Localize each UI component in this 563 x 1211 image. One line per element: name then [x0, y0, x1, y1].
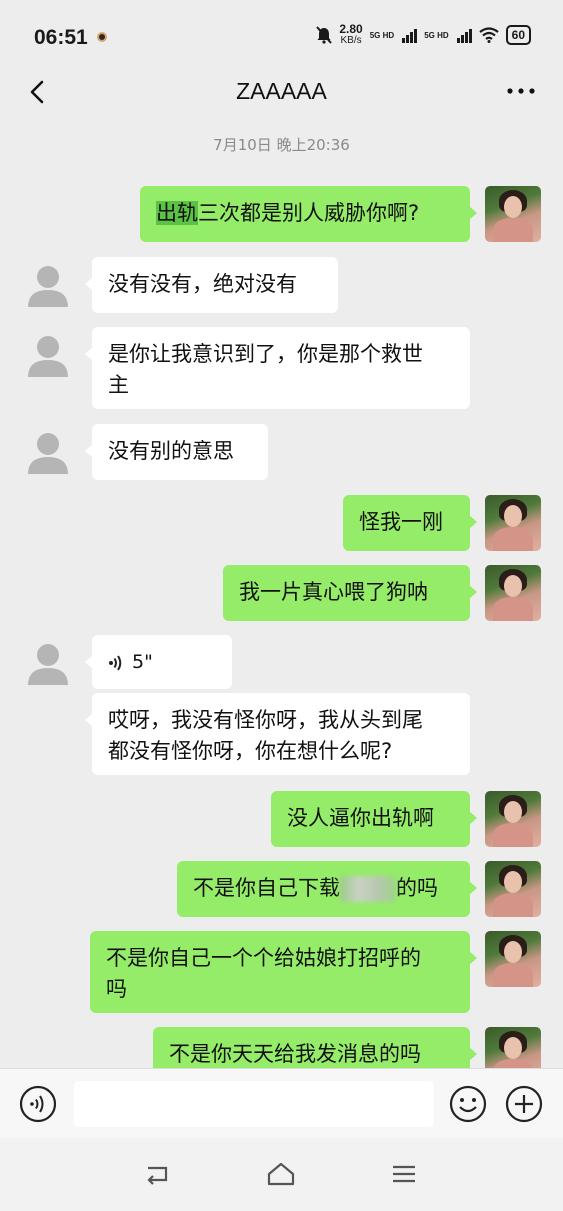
chat-header: ZAAAAA	[0, 70, 563, 116]
message-bubble-self[interactable]: 怪我一刚	[343, 495, 477, 551]
self-avatar[interactable]	[485, 931, 541, 987]
voice-message-bubble[interactable]: 5"	[85, 635, 232, 689]
voice-duration: 5"	[132, 651, 153, 673]
net-speed-value: 2.80	[339, 22, 363, 36]
system-nav-bar	[0, 1138, 563, 1211]
net-speed-unit: KB/s	[340, 35, 362, 46]
voice-wave-icon	[109, 654, 122, 671]
default-avatar-icon[interactable]	[20, 257, 76, 313]
notification-icon	[97, 32, 107, 42]
self-avatar[interactable]	[485, 791, 541, 847]
message-bubble-self[interactable]: 不是你自己下载 的吗	[177, 861, 477, 917]
status-bar: 06:51 2.80 KB/s 5G HD 5G HD 60	[0, 0, 563, 70]
self-avatar[interactable]	[485, 861, 541, 917]
message-bubble-other[interactable]: 没有别的意思	[85, 424, 268, 480]
chat-timestamp: 7月10日 晚上20:36	[213, 136, 350, 154]
default-avatar-icon[interactable]	[20, 327, 76, 383]
network-label-2: 5G HD	[424, 30, 449, 40]
message-text: 没有别的意思	[108, 439, 234, 463]
message-text: 没有没有，绝对没有	[108, 272, 297, 296]
message-bubble-self[interactable]: 不是你自己一个个给姑娘打招呼的 吗	[90, 931, 477, 1013]
message-text: 没人逼你出轨啊	[287, 806, 434, 830]
message-input-bar	[0, 1068, 563, 1139]
message-text: 怪我一刚	[359, 510, 443, 534]
self-avatar[interactable]	[485, 186, 541, 242]
network-label-1: 5G HD	[369, 30, 395, 40]
chat-screen: 06:51 2.80 KB/s 5G HD 5G HD 60 ZAAAAA 7月…	[0, 0, 563, 1211]
message-text-line: 主	[108, 373, 129, 397]
nav-menu-icon[interactable]	[388, 1158, 420, 1190]
status-indicators: 2.80 KB/s 5G HD 5G HD 60	[316, 22, 531, 46]
emoji-icon[interactable]	[449, 1085, 487, 1123]
mute-bell-icon	[316, 26, 333, 44]
blurred-text	[340, 876, 396, 902]
nav-back-icon[interactable]	[142, 1158, 174, 1190]
wifi-icon	[478, 27, 499, 43]
message-text-line: 都没有怪你呀，你在想什么呢?	[108, 739, 393, 763]
message-bubble-other[interactable]: 没有没有，绝对没有	[85, 257, 338, 313]
message-text: 三次都是别人威胁你啊?	[198, 201, 420, 225]
plus-icon[interactable]	[505, 1085, 543, 1123]
self-avatar[interactable]	[485, 565, 541, 621]
message-text-line: 哎呀，我没有怪你呀，我从头到尾	[108, 708, 423, 732]
self-avatar[interactable]	[485, 495, 541, 551]
message-text-line: 不是你自己一个个给姑娘打招呼的	[106, 946, 421, 970]
message-bubble-self[interactable]: 出轨三次都是别人威胁你啊?	[140, 186, 477, 242]
default-avatar-icon[interactable]	[20, 635, 76, 691]
message-input[interactable]	[74, 1081, 434, 1127]
default-avatar-icon[interactable]	[20, 424, 76, 480]
message-text: 不是你天天给我发消息的吗	[169, 1042, 421, 1066]
battery-icon: 60	[505, 25, 531, 45]
message-bubble-self[interactable]: 没人逼你出轨啊	[271, 791, 477, 847]
message-bubble-other[interactable]: 哎呀，我没有怪你呀，我从头到尾 都没有怪你呀，你在想什么呢?	[85, 693, 470, 775]
message-text: 我一片真心喂了狗呐	[239, 580, 428, 604]
nav-home-icon[interactable]	[265, 1158, 297, 1190]
more-dots-icon[interactable]	[501, 76, 541, 106]
message-text: 的吗	[396, 876, 438, 900]
voice-input-icon[interactable]	[19, 1085, 57, 1123]
message-text-line: 吗	[106, 977, 127, 1001]
message-bubble-self[interactable]: 我一片真心喂了狗呐	[223, 565, 477, 621]
net-speed: 2.80 KB/s	[339, 22, 363, 46]
message-bubble-other[interactable]: 是你让我意识到了，你是那个救世 主	[85, 327, 470, 409]
status-time: 06:51	[34, 26, 88, 49]
signal-icon-2	[456, 27, 472, 43]
signal-icon	[402, 27, 418, 43]
highlighted-text: 出轨	[156, 201, 198, 225]
chat-title: ZAAAAA	[236, 78, 327, 104]
message-text-line: 是你让我意识到了，你是那个救世	[108, 342, 423, 366]
message-text: 不是你自己下载	[193, 876, 340, 900]
